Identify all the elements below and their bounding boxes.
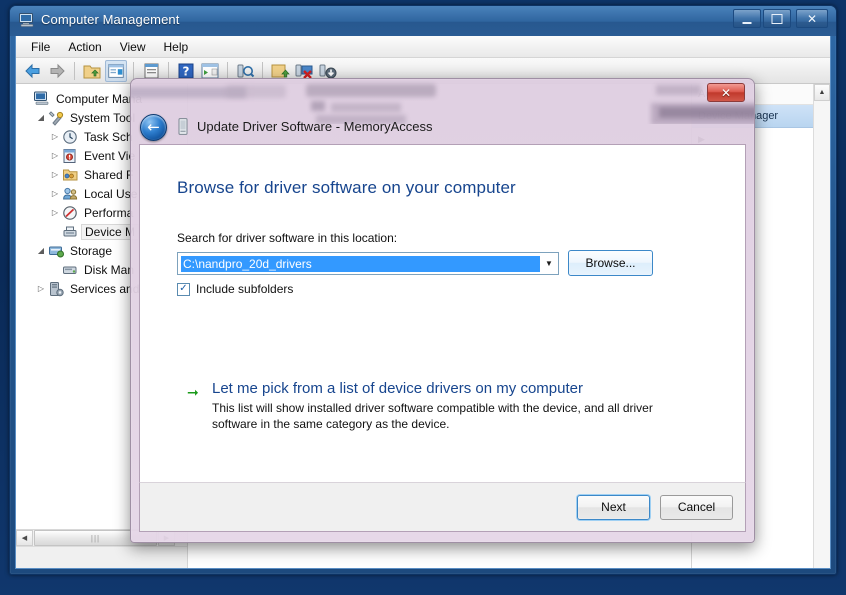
forward-icon[interactable] (46, 60, 68, 82)
dialog-back-button[interactable]: ← (140, 114, 167, 141)
toolbar-separator (227, 61, 228, 80)
tree-node-label: Event Vie (84, 148, 136, 163)
tree-node-label: Disk Man (84, 262, 135, 277)
show-hide-tree-icon[interactable] (105, 59, 127, 82)
event-viewer-icon (62, 148, 79, 164)
menu-action[interactable]: Action (59, 38, 110, 56)
scroll-up-button[interactable]: ▲ (814, 84, 830, 101)
minimize-button[interactable] (733, 9, 761, 28)
up-folder-icon[interactable] (81, 60, 103, 82)
vertical-scrollbar[interactable]: ▲ (813, 84, 830, 568)
toolbar-separator (262, 61, 263, 80)
tree-expander[interactable]: ▷ (48, 189, 62, 198)
device-manager-icon (62, 224, 79, 240)
status-bar (16, 546, 187, 568)
tree-expander[interactable]: ◢ (34, 113, 48, 122)
computer-icon (34, 91, 51, 107)
menu-view[interactable]: View (111, 38, 155, 56)
local-users-icon (62, 186, 79, 202)
dialog-footer: Next Cancel (139, 482, 746, 532)
computer-icon (19, 13, 34, 27)
system-tools-icon (48, 110, 65, 126)
menubar: File Action View Help (16, 36, 830, 58)
menu-file[interactable]: File (22, 38, 59, 56)
scroll-left-button[interactable]: ◀ (16, 530, 33, 546)
shared-folders-icon (62, 167, 79, 183)
storage-icon (48, 243, 65, 259)
window-title: Computer Management (41, 12, 180, 27)
svg-text:?: ? (183, 64, 190, 78)
toolbar-separator (133, 61, 134, 80)
tree-expander[interactable]: ▷ (48, 170, 62, 179)
next-button[interactable]: Next (577, 494, 650, 520)
tree-node-label: Task Sch (84, 129, 133, 144)
include-subfolders-row[interactable]: ✓ Include subfolders (177, 282, 293, 296)
services-icon (48, 281, 65, 297)
dialog-title: Update Driver Software - MemoryAccess (197, 119, 433, 134)
tree-node-label: Performa (84, 205, 134, 220)
disk-management-icon (62, 262, 79, 278)
task-scheduler-icon (62, 129, 79, 145)
glass-reflection (131, 79, 754, 124)
browse-button[interactable]: Browse... (568, 250, 653, 276)
scrollbar-grip: ||| (90, 533, 101, 543)
toolbar-separator (168, 61, 169, 80)
dialog-body: Browse for driver software on your compu… (139, 144, 746, 482)
tree-expander[interactable]: ▷ (48, 151, 62, 160)
dialog-close-button[interactable]: ✕ (707, 83, 745, 102)
cancel-button[interactable]: Cancel (660, 494, 733, 520)
location-label: Search for driver software in this locat… (177, 231, 398, 245)
back-icon[interactable] (22, 60, 44, 82)
tree-expander[interactable]: ▷ (34, 284, 48, 293)
menu-help[interactable]: Help (155, 38, 198, 56)
tree-expander[interactable]: ◢ (34, 246, 48, 255)
location-input[interactable]: C:\nandpro_20d_drivers (181, 255, 540, 272)
close-button[interactable] (796, 9, 828, 28)
performance-icon (62, 205, 79, 221)
pick-from-list-link[interactable]: Let me pick from a list of device driver… (212, 380, 707, 397)
memory-device-icon (178, 118, 188, 135)
tree-node-label: Storage (70, 243, 113, 258)
location-combobox[interactable]: C:\nandpro_20d_drivers ▼ (177, 252, 559, 275)
toolbar-separator (74, 61, 75, 80)
include-subfolders-label: Include subfolders (196, 282, 294, 296)
green-arrow-right-icon: ➞ (187, 385, 199, 401)
tree-node-label: Shared F (84, 167, 134, 182)
tree-node-label: System Tool (70, 110, 136, 125)
window-titlebar: Computer Management (10, 6, 836, 36)
pick-from-list-section: ➞ Let me pick from a list of device driv… (187, 380, 707, 432)
chevron-down-icon[interactable]: ▼ (540, 253, 558, 274)
include-subfolders-checkbox[interactable]: ✓ (177, 282, 190, 296)
dialog-heading: Browse for driver software on your compu… (177, 178, 516, 197)
tree-expander[interactable]: ▷ (48, 208, 62, 217)
maximize-button[interactable] (763, 9, 791, 28)
update-driver-dialog: ✕ ← Update Driver Software - MemoryAcces… (130, 78, 755, 543)
pick-from-list-description: This list will show installed driver sof… (212, 401, 653, 431)
tree-expander[interactable]: ▷ (48, 132, 62, 141)
